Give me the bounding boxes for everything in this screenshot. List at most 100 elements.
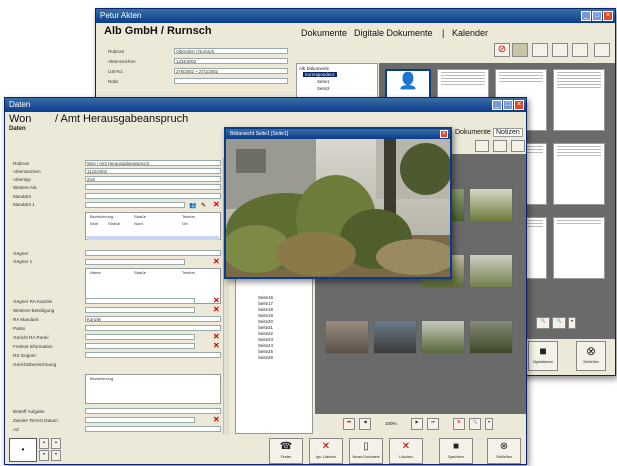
find-button[interactable]: ☎ Finden [269, 438, 303, 464]
tree-root[interactable]: Alb Dokumente [299, 66, 329, 71]
document-thumbnail[interactable] [553, 69, 605, 131]
delete-icon[interactable]: ✕ [213, 305, 220, 314]
tab-dokumente[interactable]: Dokumente [455, 129, 491, 136]
dropdown-icon[interactable]: ▾ [485, 418, 493, 430]
print-icon[interactable] [594, 43, 610, 57]
prev-up-button[interactable]: ▴ [39, 438, 49, 449]
delete-icon[interactable]: ✕ [213, 200, 220, 209]
document-thumbnail[interactable] [553, 143, 605, 205]
rotate-icon[interactable]: ↻ [453, 418, 465, 430]
next-up-button[interactable]: ▴ [51, 438, 61, 449]
tree-item[interactable]: Seite25 [258, 349, 273, 354]
next-page-icon[interactable]: ▶ [411, 418, 423, 430]
betreff-field[interactable] [85, 408, 221, 414]
photo-thumbnail[interactable] [469, 320, 513, 354]
page-icon[interactable] [475, 140, 489, 152]
document-thumbnail[interactable] [553, 217, 605, 279]
tree-folder-selected[interactable]: Korrespondenz [303, 72, 337, 77]
prev-down-button[interactable]: ▾ [39, 450, 49, 461]
grid-cell[interactable]: Won [90, 221, 98, 226]
mandant-field[interactable] [85, 193, 221, 199]
window-icon[interactable] [532, 43, 548, 57]
next-down-button[interactable]: ▾ [51, 450, 61, 461]
digitalize-button[interactable]: ■ Digitalisieren [528, 341, 558, 371]
tree-item[interactable]: Seite20 [258, 319, 273, 324]
tab-notizen[interactable]: Notizen [493, 128, 523, 137]
photo-thumbnail[interactable] [325, 320, 369, 354]
back-window-titlebar[interactable]: Petur Akten _ □ × [96, 9, 615, 23]
rubrum-field[interactable]: Won / Amt Herausgabeanspruch [85, 160, 221, 166]
close-icon[interactable]: × [514, 100, 524, 110]
tree-item[interactable]: Seite2 [317, 86, 329, 91]
mandant1-field[interactable] [85, 202, 185, 208]
tree-item[interactable]: Seite22 [258, 331, 273, 336]
aktenzeichen-field[interactable]: 1122/2002 [85, 168, 221, 174]
back-field-notiz[interactable] [174, 78, 288, 84]
record-number-field[interactable]: • [9, 438, 37, 462]
photo-thumbnail[interactable] [373, 320, 417, 354]
tree-item[interactable]: Seite21 [258, 325, 273, 330]
weiterer-field[interactable] [85, 307, 195, 313]
ra-mandant-field[interactable]: Kanzlei [85, 316, 221, 322]
minimize-icon[interactable]: _ [492, 100, 502, 110]
termin-field[interactable] [85, 417, 195, 423]
freitext-field[interactable] [85, 343, 195, 349]
grid-selected-row[interactable] [87, 236, 219, 240]
tree-item[interactable]: Seite23 [258, 337, 273, 342]
save-button[interactable]: ■ Speichern [439, 438, 473, 464]
delete-icon[interactable]: ✕ [213, 341, 220, 350]
back-field-rubrum[interactable]: AlbGmbH / Rurnsch [174, 48, 288, 54]
grid-cell[interactable]: Straße [108, 221, 120, 226]
tree-item[interactable]: Seite1 [317, 79, 329, 84]
close-icon[interactable]: × [603, 11, 613, 21]
tree-item[interactable]: Seite16 [258, 295, 273, 300]
az-field[interactable] [85, 426, 221, 432]
back-field-aktenzeichen[interactable]: 1234/2002 [174, 58, 288, 64]
tree-item[interactable]: Seite26 [258, 355, 273, 360]
zoom-icon[interactable]: 🔍 [469, 418, 481, 430]
scanner-icon[interactable] [512, 43, 528, 57]
weitere-akt-field[interactable] [85, 184, 221, 190]
gegner1-field[interactable] [85, 259, 185, 265]
tab-dokumente[interactable]: Dokumente [301, 28, 347, 38]
gericht-field[interactable] [85, 334, 195, 340]
person-icon[interactable]: 👥 [189, 202, 196, 209]
settings-icon[interactable] [511, 140, 525, 152]
close-button[interactable]: ⊗ Schließen [487, 438, 521, 464]
prev-page-icon[interactable]: ◀ [359, 418, 371, 430]
close-button[interactable]: ⊗ Schließen [576, 341, 606, 371]
delete-icon[interactable]: ✕ [213, 415, 220, 424]
photo-thumbnail[interactable] [469, 188, 513, 222]
print-icon[interactable] [493, 140, 507, 152]
no-entry-icon[interactable]: ⊘ [494, 43, 510, 57]
rs-gegner-field[interactable] [85, 352, 221, 358]
gegner-field[interactable] [85, 250, 221, 256]
partei-field[interactable] [85, 325, 221, 331]
tab-digitale-dokumente[interactable]: Digitale Dokumente [354, 28, 433, 38]
tree-item[interactable]: Seite24 [258, 343, 273, 348]
delete-icon[interactable]: ✕ [213, 332, 220, 341]
ign-delete-button[interactable]: ✕ Ign. Löschen [309, 438, 343, 464]
minimize-icon[interactable]: _ [581, 11, 591, 21]
delete-icon[interactable]: ✕ [213, 296, 220, 305]
grid-cell[interactable]: Ort [182, 221, 188, 226]
back-field-ust[interactable]: 376/2002 + 27/1/2002 [174, 68, 288, 74]
page-icon[interactable] [552, 43, 568, 57]
delete-icon[interactable]: ✕ [213, 257, 220, 266]
front-window-titlebar[interactable]: Daten _ □ × [5, 98, 526, 112]
zoom-out-icon[interactable]: 🔍 [552, 317, 566, 329]
last-page-icon[interactable]: ⏭ [427, 418, 439, 430]
photo-thumbnail[interactable] [469, 254, 513, 288]
dropdown-icon[interactable]: ▾ [568, 317, 576, 329]
maximize-icon[interactable]: □ [592, 11, 602, 21]
edit-icon[interactable]: ✎ [201, 202, 206, 209]
tree-item[interactable]: Seite18 [258, 307, 273, 312]
aktentyp-select[interactable]: Zivil [85, 176, 221, 182]
grid-cell[interactable]: Nord [134, 221, 143, 226]
gegner-ra-field[interactable] [85, 298, 195, 304]
zoom-icon[interactable]: 🔍 [536, 317, 550, 329]
first-page-icon[interactable]: ⏮ [343, 418, 355, 430]
copy-icon[interactable] [572, 43, 588, 57]
tree-item[interactable]: Seite19 [258, 313, 273, 318]
delete-button[interactable]: ✕ Löschen [389, 438, 423, 464]
